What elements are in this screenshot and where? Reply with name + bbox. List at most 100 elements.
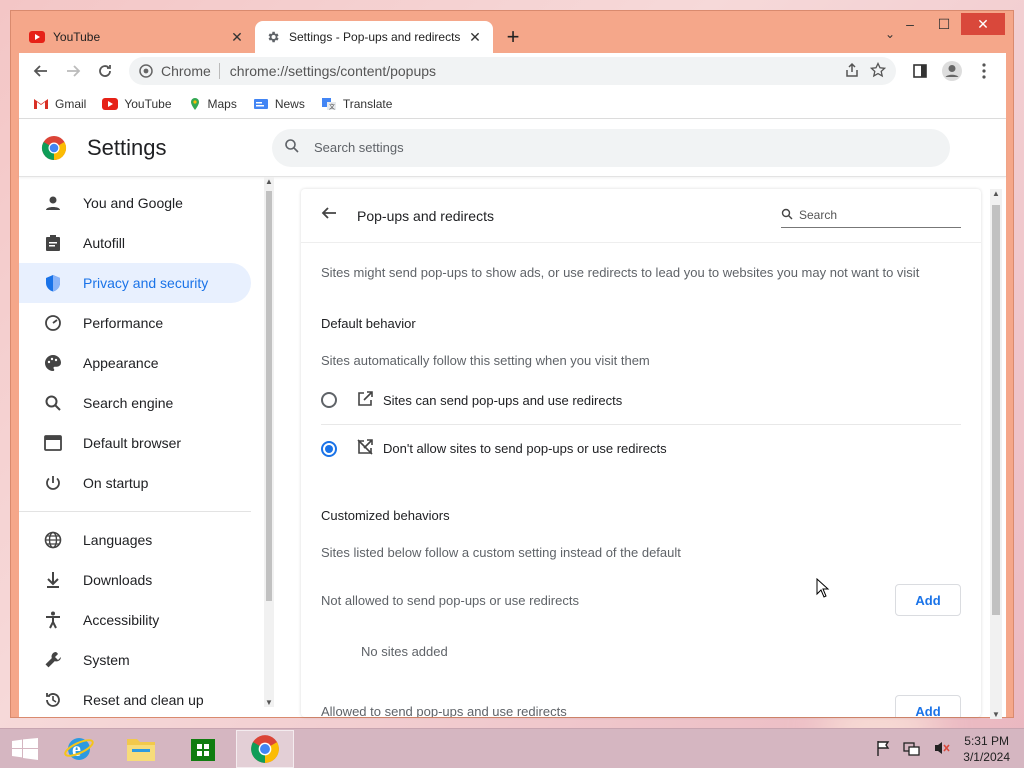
tab-settings[interactable]: Settings - Pop-ups and redirects ✕	[255, 21, 493, 53]
sidebar-item-reset[interactable]: Reset and clean up	[19, 680, 251, 717]
sidebar-item-on-startup[interactable]: On startup	[19, 463, 251, 503]
share-icon[interactable]	[844, 62, 860, 81]
bookmark-translate[interactable]: 文 Translate	[321, 96, 393, 111]
bookmark-label: Gmail	[55, 96, 87, 111]
folder-icon	[127, 738, 155, 761]
sidebar-item-label: Privacy and security	[83, 275, 209, 291]
palette-icon	[43, 353, 63, 373]
back-button[interactable]	[25, 57, 57, 85]
start-button[interactable]	[0, 729, 50, 768]
back-arrow-icon[interactable]	[321, 205, 337, 226]
side-panel-icon[interactable]	[904, 57, 936, 85]
sidebar-item-label: On startup	[83, 475, 149, 491]
scroll-down-icon[interactable]: ▼	[992, 710, 1000, 719]
url-text[interactable]: chrome://settings/content/popups	[230, 63, 844, 79]
taskbar-internet-explorer[interactable]: e	[50, 730, 108, 768]
scroll-up-icon[interactable]: ▲	[992, 189, 1000, 198]
clock[interactable]: 5:31 PM 3/1/2024	[963, 733, 1010, 765]
bookmark-news[interactable]: News	[253, 97, 305, 111]
address-bar[interactable]: Chrome chrome://settings/content/popups	[129, 57, 896, 85]
sidebar-item-search-engine[interactable]: Search engine	[19, 383, 251, 423]
clock-time: 5:31 PM	[964, 734, 1009, 748]
forward-button[interactable]	[57, 57, 89, 85]
radio-block[interactable]	[321, 440, 337, 457]
network-icon[interactable]	[903, 740, 921, 759]
customized-behaviors-description: Sites listed below follow a custom setti…	[321, 545, 681, 560]
customized-behaviors-heading: Customized behaviors	[321, 508, 450, 523]
sidebar-item-languages[interactable]: Languages	[19, 520, 251, 560]
volume-muted-icon[interactable]	[933, 740, 951, 759]
maps-icon	[190, 97, 199, 110]
search-settings-input[interactable]: Search settings	[272, 128, 950, 167]
tab-youtube[interactable]: YouTube ✕	[19, 21, 255, 53]
bookmarks-bar: Gmail YouTube Maps News 文 Translate	[19, 89, 1006, 119]
not-allowed-label: Not allowed to send pop-ups or use redir…	[321, 592, 579, 608]
bookmark-maps[interactable]: Maps	[188, 97, 237, 111]
taskbar: e 5:31 PM 3/1/2024	[0, 728, 1024, 768]
youtube-icon	[102, 97, 119, 110]
default-behavior-description: Sites automatically follow this setting …	[321, 353, 650, 368]
svg-text:文: 文	[329, 103, 335, 111]
clipboard-icon	[43, 233, 63, 253]
sidebar-item-privacy[interactable]: Privacy and security	[19, 263, 251, 303]
radio-allow[interactable]	[321, 392, 337, 408]
close-tab-icon[interactable]: ✕	[229, 29, 245, 45]
close-tab-icon[interactable]: ✕	[467, 29, 483, 45]
bookmark-gmail[interactable]: Gmail	[33, 97, 86, 111]
sidebar-item-label: Reset and clean up	[83, 692, 204, 708]
bookmark-label: Translate	[342, 96, 393, 111]
popup-blocked-icon	[357, 439, 375, 458]
page-scrollbar[interactable]: ▲ ▼	[990, 189, 1002, 719]
sidebar-item-label: Downloads	[83, 572, 153, 588]
option-allow-popups[interactable]: Sites can send pop-ups and use redirects	[321, 376, 961, 424]
settings-sidebar: You and Google Autofill Privacy and secu…	[19, 177, 269, 717]
gear-icon	[265, 29, 281, 45]
sidebar-item-appearance[interactable]: Appearance	[19, 343, 251, 383]
flag-icon[interactable]	[875, 740, 891, 759]
store-icon	[191, 738, 215, 761]
sidebar-item-autofill[interactable]: Autofill	[19, 223, 251, 263]
panel-title: Pop-ups and redirects	[357, 207, 494, 224]
sidebar-scrollbar[interactable]: ▲ ▼	[264, 177, 274, 707]
option-block-label: Don't allow sites to send pop-ups or use…	[383, 441, 667, 456]
search-placeholder: Search settings	[314, 140, 404, 155]
reload-button[interactable]	[89, 57, 121, 85]
panel-search-input[interactable]: Search	[781, 204, 961, 228]
bookmark-label: Maps	[207, 96, 237, 111]
bookmark-star-icon[interactable]	[869, 61, 887, 81]
sidebar-item-you-and-google[interactable]: You and Google	[19, 183, 251, 223]
scroll-down-icon[interactable]: ▼	[265, 698, 273, 707]
sidebar-scroll-thumb[interactable]	[266, 191, 272, 601]
taskbar-chrome[interactable]	[236, 729, 294, 768]
chrome-icon	[251, 734, 279, 763]
sidebar-item-accessibility[interactable]: Accessibility	[19, 600, 251, 640]
allowed-label: Allowed to send pop-ups and use redirect…	[321, 703, 567, 718]
sidebar-item-default-browser[interactable]: Default browser	[19, 423, 251, 463]
add-not-allowed-button[interactable]: Add	[895, 584, 961, 616]
sidebar-item-performance[interactable]: Performance	[19, 303, 251, 343]
option-block-popups[interactable]: Don't allow sites to send pop-ups or use…	[321, 424, 961, 472]
scroll-up-icon[interactable]: ▲	[265, 177, 273, 186]
open-in-new-icon	[357, 390, 375, 410]
site-info-chip[interactable]: Chrome	[139, 63, 220, 79]
add-allowed-button[interactable]: Add	[895, 695, 961, 717]
download-icon	[43, 570, 63, 590]
tab-search-chevron-icon[interactable]: ⌄	[885, 27, 895, 41]
globe-icon	[43, 530, 63, 550]
taskbar-store[interactable]	[174, 730, 232, 768]
sidebar-item-label: Performance	[83, 315, 164, 331]
menu-kebab-icon[interactable]	[968, 57, 1000, 85]
sidebar-item-system[interactable]: System	[19, 640, 251, 680]
browser-icon	[43, 433, 63, 453]
profile-avatar-icon[interactable]	[936, 57, 968, 85]
taskbar-file-explorer[interactable]	[112, 730, 170, 768]
bookmark-youtube[interactable]: YouTube	[102, 97, 172, 111]
search-icon	[781, 208, 793, 223]
tab-title: YouTube	[53, 30, 101, 44]
sidebar-item-downloads[interactable]: Downloads	[19, 560, 251, 600]
translate-icon: 文	[321, 97, 336, 111]
page-scroll-thumb[interactable]	[992, 205, 1000, 615]
new-tab-button[interactable]: +	[499, 23, 527, 51]
sidebar-divider	[19, 511, 251, 512]
no-sites-message: No sites added	[361, 644, 448, 659]
